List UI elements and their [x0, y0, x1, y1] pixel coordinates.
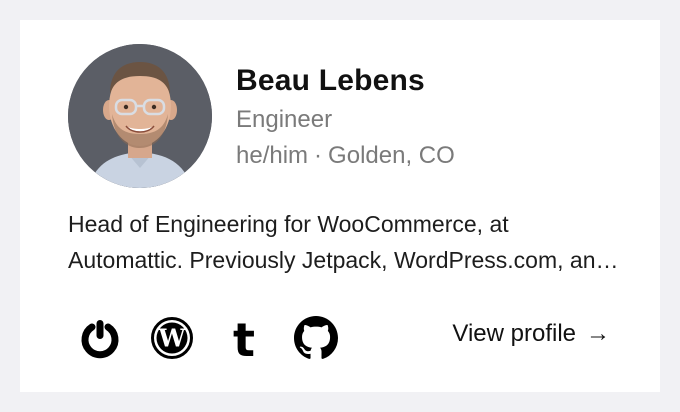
svg-text:t: t: [233, 316, 255, 360]
tumblr-icon: t: [233, 316, 255, 360]
profile-name: Beau Lebens: [236, 64, 425, 97]
profile-pronouns: he/him: [236, 142, 309, 169]
profile-location: Golden, CO: [328, 142, 455, 169]
github-icon: [294, 316, 338, 359]
social-links: W t: [78, 316, 366, 360]
profile-title: Engineer: [236, 106, 333, 133]
wordpress-link[interactable]: W: [150, 316, 194, 360]
view-profile-link[interactable]: View profile →: [452, 320, 610, 348]
meta-separator: ·: [314, 142, 323, 169]
profile-meta: he/him · Golden, CO: [236, 142, 455, 170]
svg-text:W: W: [158, 324, 187, 353]
avatar[interactable]: [68, 44, 212, 188]
view-profile-label: View profile: [452, 320, 576, 347]
profile-card: Beau Lebens Engineer he/him · Golden, CO H…: [20, 20, 660, 392]
wordpress-icon: W: [151, 317, 193, 359]
arrow-right-icon: →: [586, 320, 610, 347]
gravatar-link[interactable]: [78, 316, 122, 360]
tumblr-link[interactable]: t: [222, 316, 266, 360]
profile-bio: Head of Engineering for WooCommerce, at …: [68, 211, 609, 273]
avatar-photo: [68, 44, 212, 188]
gravatar-icon: [81, 320, 119, 359]
github-link[interactable]: [294, 316, 338, 360]
